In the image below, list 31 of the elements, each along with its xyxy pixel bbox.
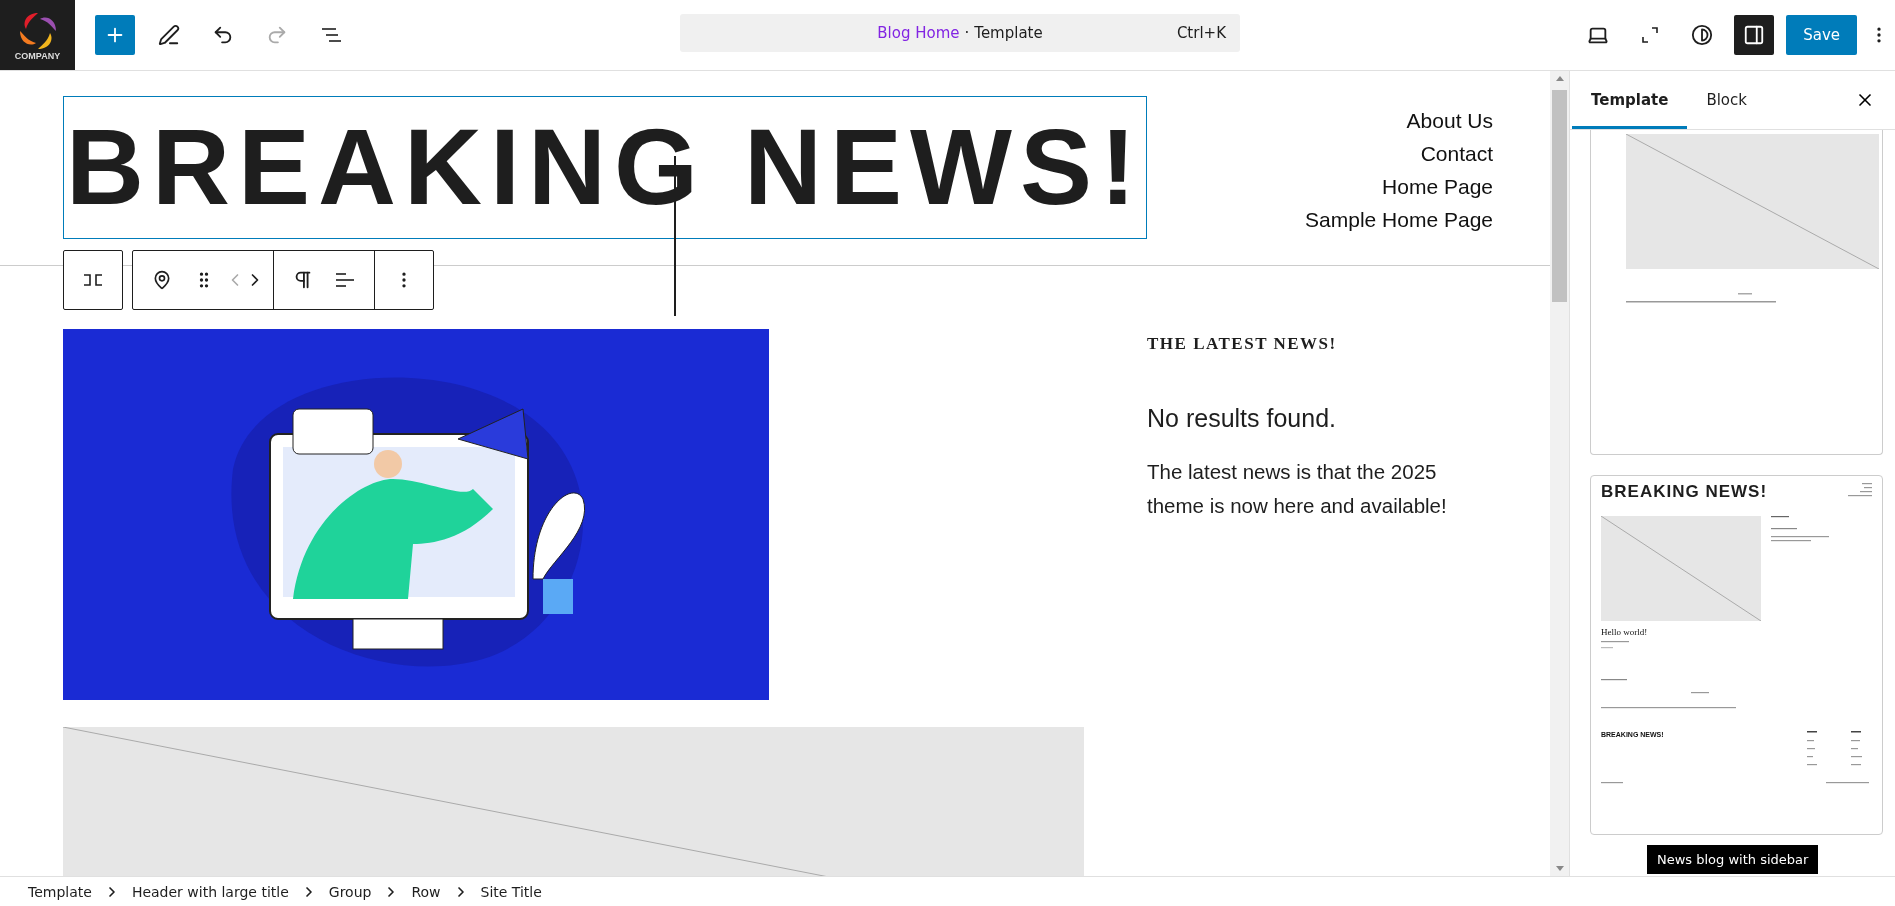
- sidebar-tab[interactable]: Block: [1687, 71, 1766, 129]
- breadcrumb-item[interactable]: Site Title: [472, 879, 550, 904]
- shortcut-hint: Ctrl+K: [1176, 24, 1226, 42]
- nav-link[interactable]: Contact: [1420, 137, 1493, 170]
- save-button[interactable]: Save: [1786, 15, 1857, 55]
- sidebar-tab[interactable]: Template: [1572, 71, 1688, 129]
- paragraph: The latest news is that the 2025 theme is now here and available!: [1147, 459, 1447, 519]
- preview-site-title: BREAKING NEWS!: [1601, 482, 1768, 502]
- breadcrumb-item[interactable]: Template: [20, 879, 100, 904]
- breadcrumb-item[interactable]: Group: [320, 879, 380, 904]
- panel-icon: [1743, 24, 1766, 46]
- nav-link[interactable]: Sample Home Page: [1305, 203, 1493, 236]
- undo-icon: [212, 24, 234, 46]
- site-title[interactable]: BREAKING NEWS!: [63, 96, 1147, 239]
- sidebar-heading: THE LATEST NEWS!: [1147, 334, 1338, 354]
- breadcrumb-item[interactable]: Header with large title: [123, 879, 297, 904]
- separator: ·: [964, 24, 970, 42]
- sidebar-toggle-button[interactable]: [1734, 15, 1775, 55]
- add-block-button[interactable]: [95, 15, 135, 55]
- tooltip: News blog with sidebar: [1647, 845, 1819, 874]
- redo-icon: [266, 24, 288, 46]
- no-results-text: No results found.: [1147, 404, 1337, 433]
- preview-post-title: Hello world!: [1601, 627, 1649, 637]
- nav-link[interactable]: About Us: [1406, 104, 1493, 137]
- command-bar[interactable]: Blog Home · Template Ctrl+K: [680, 14, 1240, 52]
- nav-link[interactable]: Home Page: [1382, 170, 1493, 203]
- breadcrumb-item[interactable]: Row: [403, 879, 449, 904]
- scrollbar[interactable]: [1550, 71, 1569, 876]
- company-logo[interactable]: COMPANY: [0, 0, 75, 70]
- template-link[interactable]: Blog Home: [877, 24, 960, 42]
- command-bar-title: Template: [974, 24, 1043, 42]
